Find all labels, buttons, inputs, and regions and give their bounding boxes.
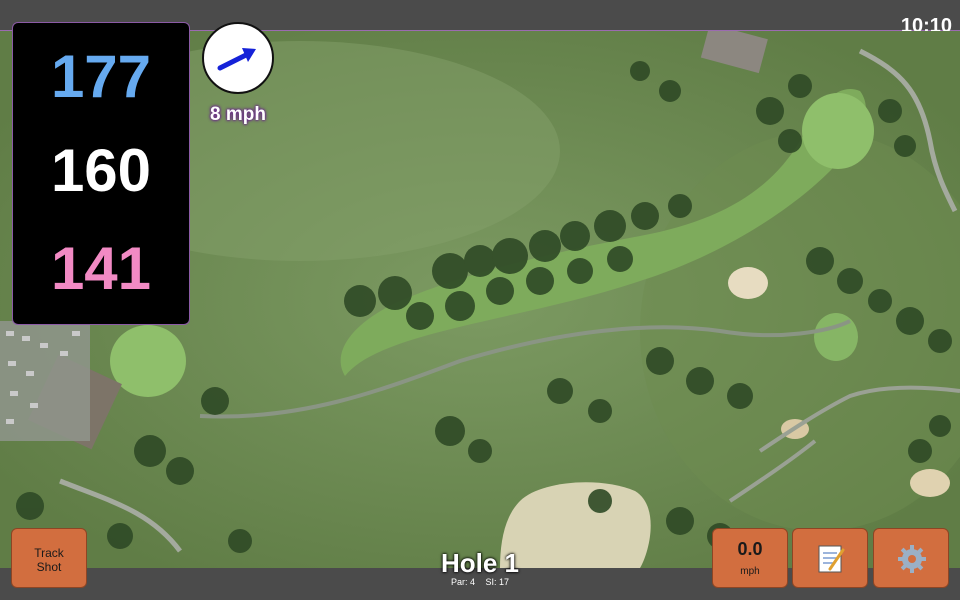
hole-stroke-index: SI: 17 [485, 577, 510, 587]
speed-unit: mph [740, 566, 760, 577]
track-shot-label-line2: Shot [36, 560, 62, 574]
hole-par: Par: 4 [450, 577, 475, 587]
memo-icon [818, 545, 845, 573]
wind-speed: 8 mph [210, 104, 266, 125]
distance-back: 177 [50, 43, 152, 110]
distance-middle: 160 [50, 137, 152, 204]
gear-icon [898, 545, 926, 573]
notes-button[interactable] [792, 528, 868, 588]
track-shot-button[interactable]: Track Shot [11, 528, 87, 588]
wind-direction-dial [202, 22, 274, 94]
speed-button[interactable]: 0.0 mph [712, 528, 788, 588]
arrow-icon [217, 48, 256, 71]
speed-value: 0.0 [737, 539, 763, 559]
hole-title: Hole 1 [440, 548, 520, 578]
settings-button[interactable] [873, 528, 949, 588]
hole-meta: Par: 4 SI: 17 [400, 577, 560, 587]
distance-front: 141 [50, 235, 152, 302]
distance-panel: 177 160 141 [12, 22, 190, 325]
track-shot-label-line1: Track [34, 546, 64, 560]
